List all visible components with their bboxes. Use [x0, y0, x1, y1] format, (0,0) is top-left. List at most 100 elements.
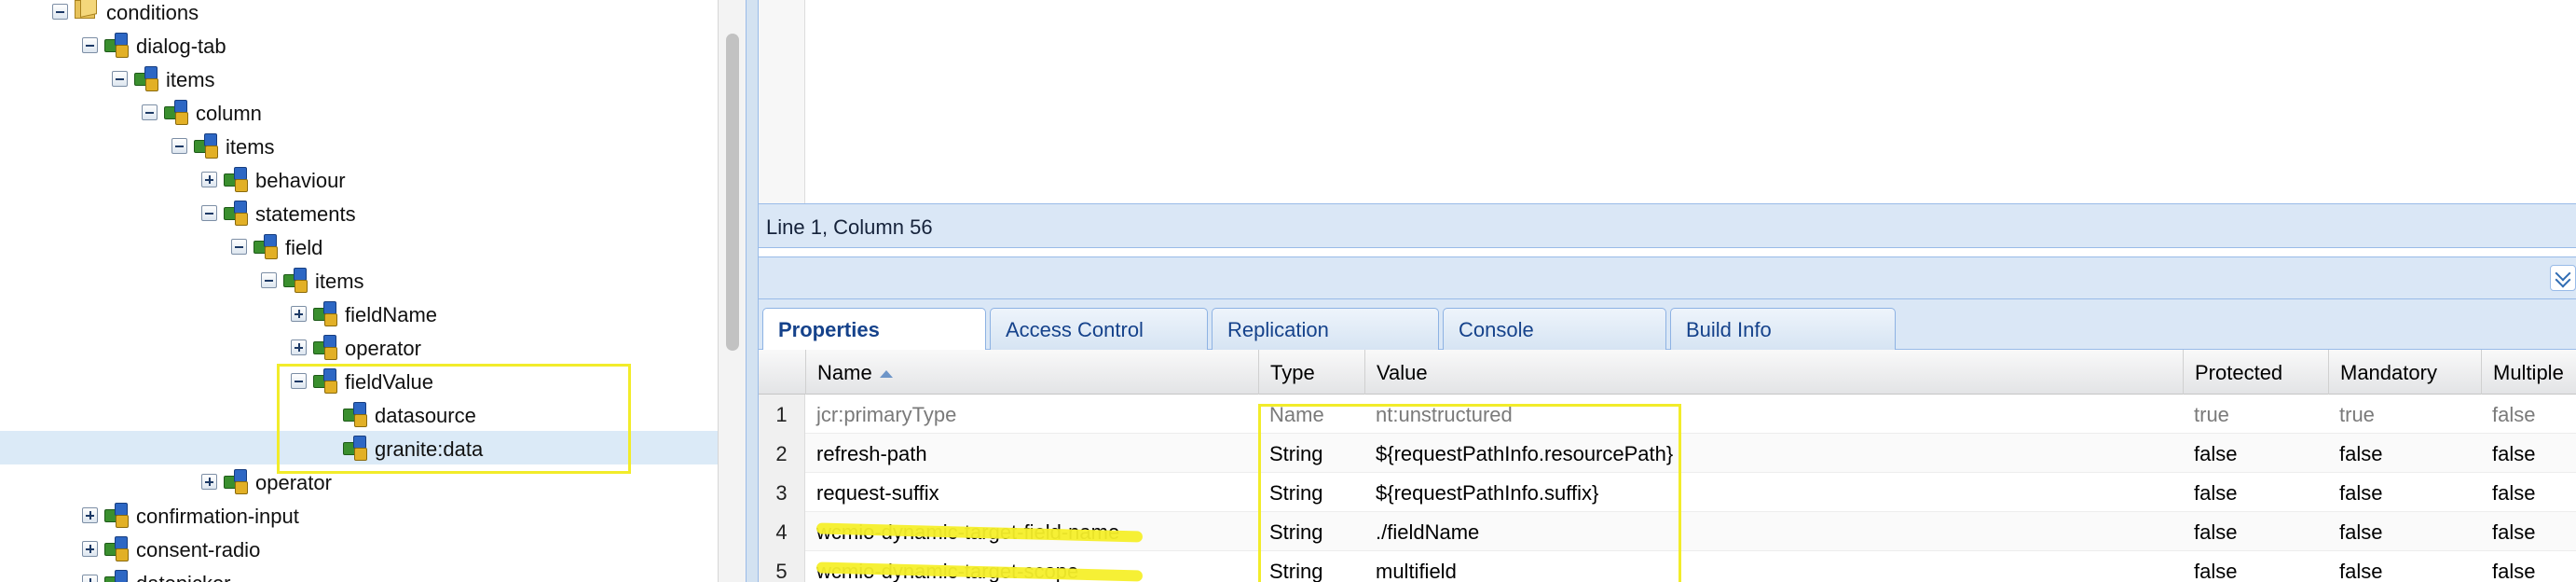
cell-protected: false	[2194, 560, 2238, 582]
collapse-icon[interactable]	[261, 272, 277, 288]
tree-node[interactable]: items	[0, 62, 718, 95]
property-tabs: Properties Access Control Replication Conso…	[759, 299, 2576, 351]
content-tree: conditions dialog-tab items column items beha…	[0, 0, 718, 582]
editor-status-bar: Line 1, Column 56	[759, 203, 2576, 248]
collapse-icon[interactable]	[112, 71, 128, 87]
tree-node-label: datasource	[375, 404, 476, 427]
tree-node[interactable]: operator	[0, 464, 718, 498]
cell-type: String	[1269, 442, 1323, 465]
panel-splitter[interactable]	[746, 0, 759, 582]
cell-mandatory: false	[2339, 560, 2383, 582]
tree-node-label: column	[196, 102, 262, 125]
column-header-name[interactable]: Name	[805, 350, 1258, 395]
tree-node-label: conditions	[106, 1, 199, 24]
cell-multiple: false	[2492, 520, 2536, 544]
table-row[interactable]: 3 request-suffix String ${requestPathInfo.s…	[759, 473, 2576, 512]
tree-node-label: items	[166, 68, 215, 91]
tab-build-info[interactable]: Build Info	[1670, 308, 1896, 350]
panel-header	[759, 256, 2576, 299]
table-row[interactable]: 2 refresh-path String ${requestPathInfo.res…	[759, 434, 2576, 473]
node-icon	[192, 132, 220, 159]
cell-type: String	[1269, 560, 1323, 582]
properties-grid: Name Type Value Protected Mandatory Multiple …	[759, 350, 2576, 582]
tree-node[interactable]: confirmation-input	[0, 498, 718, 532]
collapse-icon[interactable]	[82, 37, 98, 53]
tab-properties[interactable]: Properties	[762, 308, 986, 351]
tree-node[interactable]: operator	[0, 330, 718, 364]
expand-icon[interactable]	[82, 541, 98, 557]
expand-icon[interactable]	[201, 172, 217, 187]
tree-node[interactable]: conditions	[0, 0, 718, 28]
tree-node-label: operator	[255, 471, 332, 494]
expand-icon[interactable]	[291, 340, 307, 355]
tree-node-label: items	[226, 135, 275, 159]
collapse-icon[interactable]	[201, 205, 217, 221]
cell-mandatory: false	[2339, 442, 2383, 465]
node-icon	[222, 467, 250, 495]
node-icon	[103, 31, 130, 59]
row-number: 4	[759, 512, 805, 551]
cell-mandatory: true	[2339, 403, 2375, 426]
expand-icon[interactable]	[291, 306, 307, 322]
column-header-multiple[interactable]: Multiple	[2481, 350, 2576, 395]
cursor-position-text: Line 1, Column 56	[766, 215, 933, 239]
node-icon	[311, 299, 339, 327]
tree-node[interactable]: fieldName	[0, 297, 718, 330]
column-header-label: Protected	[2195, 361, 2283, 384]
tree-node[interactable]: behaviour	[0, 162, 718, 196]
tree-node[interactable]: items	[0, 129, 718, 162]
node-icon	[341, 434, 369, 462]
tree-node-label: behaviour	[255, 169, 346, 192]
table-row[interactable]: 4wcmio-dynamic-target-field-nameString./…	[759, 512, 2576, 551]
cell-type: Name	[1269, 403, 1324, 426]
node-icon	[281, 266, 309, 294]
tree-node[interactable]: consent-radio	[0, 532, 718, 565]
tab-access-control[interactable]: Access Control	[990, 308, 1208, 350]
tree-node[interactable]: statements	[0, 196, 718, 229]
tree-node-label: consent-radio	[136, 538, 261, 561]
cell-name: request-suffix	[816, 481, 939, 505]
tree-node[interactable]: dialog-tab	[0, 28, 718, 62]
tree-node-label: fieldName	[345, 303, 438, 326]
table-row[interactable]: 5wcmio-dynamic-target-scopeStringmultifi…	[759, 551, 2576, 582]
collapse-icon[interactable]	[142, 104, 158, 120]
row-number: 3	[759, 473, 805, 512]
tree-node[interactable]: datasource	[0, 397, 718, 431]
expand-icon[interactable]	[82, 575, 98, 582]
cell-mandatory: false	[2339, 520, 2383, 544]
cell-value: multifield	[1376, 560, 1457, 582]
collapse-double-chevron-icon[interactable]	[2550, 265, 2576, 291]
tab-console[interactable]: Console	[1443, 308, 1666, 350]
collapse-icon[interactable]	[52, 4, 68, 20]
cell-mandatory: false	[2339, 481, 2383, 505]
tree-node[interactable]: column	[0, 95, 718, 129]
tab-replication[interactable]: Replication	[1212, 308, 1439, 350]
tree-node[interactable]: granite:data	[0, 431, 718, 464]
collapse-icon[interactable]	[171, 138, 187, 154]
column-header-label: Mandatory	[2340, 361, 2437, 384]
tree-node[interactable]: field	[0, 229, 718, 263]
tree-node-label: statements	[255, 202, 356, 226]
column-header-mandatory[interactable]: Mandatory	[2328, 350, 2481, 395]
code-editor[interactable]	[759, 0, 2576, 203]
tree-scrollbar[interactable]	[718, 0, 746, 582]
tree-node[interactable]: datepicker	[0, 565, 718, 582]
tree-scrollbar-thumb[interactable]	[726, 34, 739, 351]
tree-node[interactable]: items	[0, 263, 718, 297]
row-number: 5	[759, 551, 805, 582]
column-header-label: Type	[1270, 361, 1315, 384]
node-icon	[311, 367, 339, 395]
column-header-value[interactable]: Value	[1364, 350, 2183, 395]
tree-node[interactable]: fieldValue	[0, 364, 718, 397]
expand-icon[interactable]	[201, 474, 217, 490]
expand-icon[interactable]	[82, 507, 98, 523]
node-icon	[222, 199, 250, 227]
row-number: 2	[759, 434, 805, 473]
column-header-type[interactable]: Type	[1258, 350, 1364, 395]
cell-protected: false	[2194, 520, 2238, 544]
column-header-protected[interactable]: Protected	[2183, 350, 2328, 395]
table-row[interactable]: 1 jcr:primaryType Name nt:unstructured true t…	[759, 395, 2576, 434]
cell-name: refresh-path	[816, 442, 927, 465]
collapse-icon[interactable]	[231, 239, 247, 255]
collapse-icon[interactable]	[291, 373, 307, 389]
